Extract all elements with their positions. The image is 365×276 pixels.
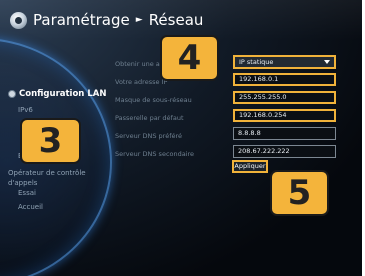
subnet-mask-field[interactable]: 255.255.255.0 [233,91,336,104]
breadcrumb-separator-icon: ► [135,15,143,25]
section-text: Réseau [148,11,204,29]
callout-badge-3: 3 [20,118,81,164]
settings-icon [10,11,27,29]
dns-primary-label: Serveur DNS préféré [115,132,183,140]
ip-address-field[interactable]: 192.168.0.1 [233,73,336,86]
callout-badge-4: 4 [160,35,219,81]
title-bar: Paramétrage ► Réseau [10,8,203,32]
settings-screen: Paramétrage ► Réseau Configuration LAN I… [0,0,362,276]
sidebar-item-label: Configuration LAN [19,89,107,99]
page-title: Paramétrage ► Réseau [33,11,203,29]
apply-button[interactable]: Appliquer [232,160,268,173]
sidebar-item-home[interactable]: Accueil [18,203,43,211]
gateway-field[interactable]: 192.168.0.254 [233,109,336,122]
sidebar-item-lan-config[interactable]: Configuration LAN [8,89,106,99]
sidebar-item-call-control[interactable]: Opérateur de contrôle d'appels [8,168,88,188]
dropdown-arrow-icon [324,60,330,64]
callout-number: 3 [38,121,63,161]
selected-bullet-icon [8,90,16,98]
sidebar-item-test[interactable]: Essai [18,189,36,197]
callout-number: 5 [287,173,312,213]
gateway-label: Passerelle par défaut [115,114,184,122]
ip-address-label: Votre adresse IP [115,78,168,86]
callout-badge-5: 5 [270,170,329,216]
title-text: Paramétrage [33,11,130,29]
sidebar-item-ipv6[interactable]: IPv6 [18,106,33,114]
ip-mode-value: IP statique [239,57,274,66]
dns-secondary-label: Serveur DNS secondaire [115,150,195,158]
ip-mode-select[interactable]: IP statique [233,55,336,69]
dns-secondary-field[interactable]: 208.67.222.222 [233,145,336,158]
callout-number: 4 [177,38,202,78]
dns-primary-field[interactable]: 8.8.8.8 [233,127,336,140]
subnet-mask-label: Masque de sous-réseau [115,96,192,104]
